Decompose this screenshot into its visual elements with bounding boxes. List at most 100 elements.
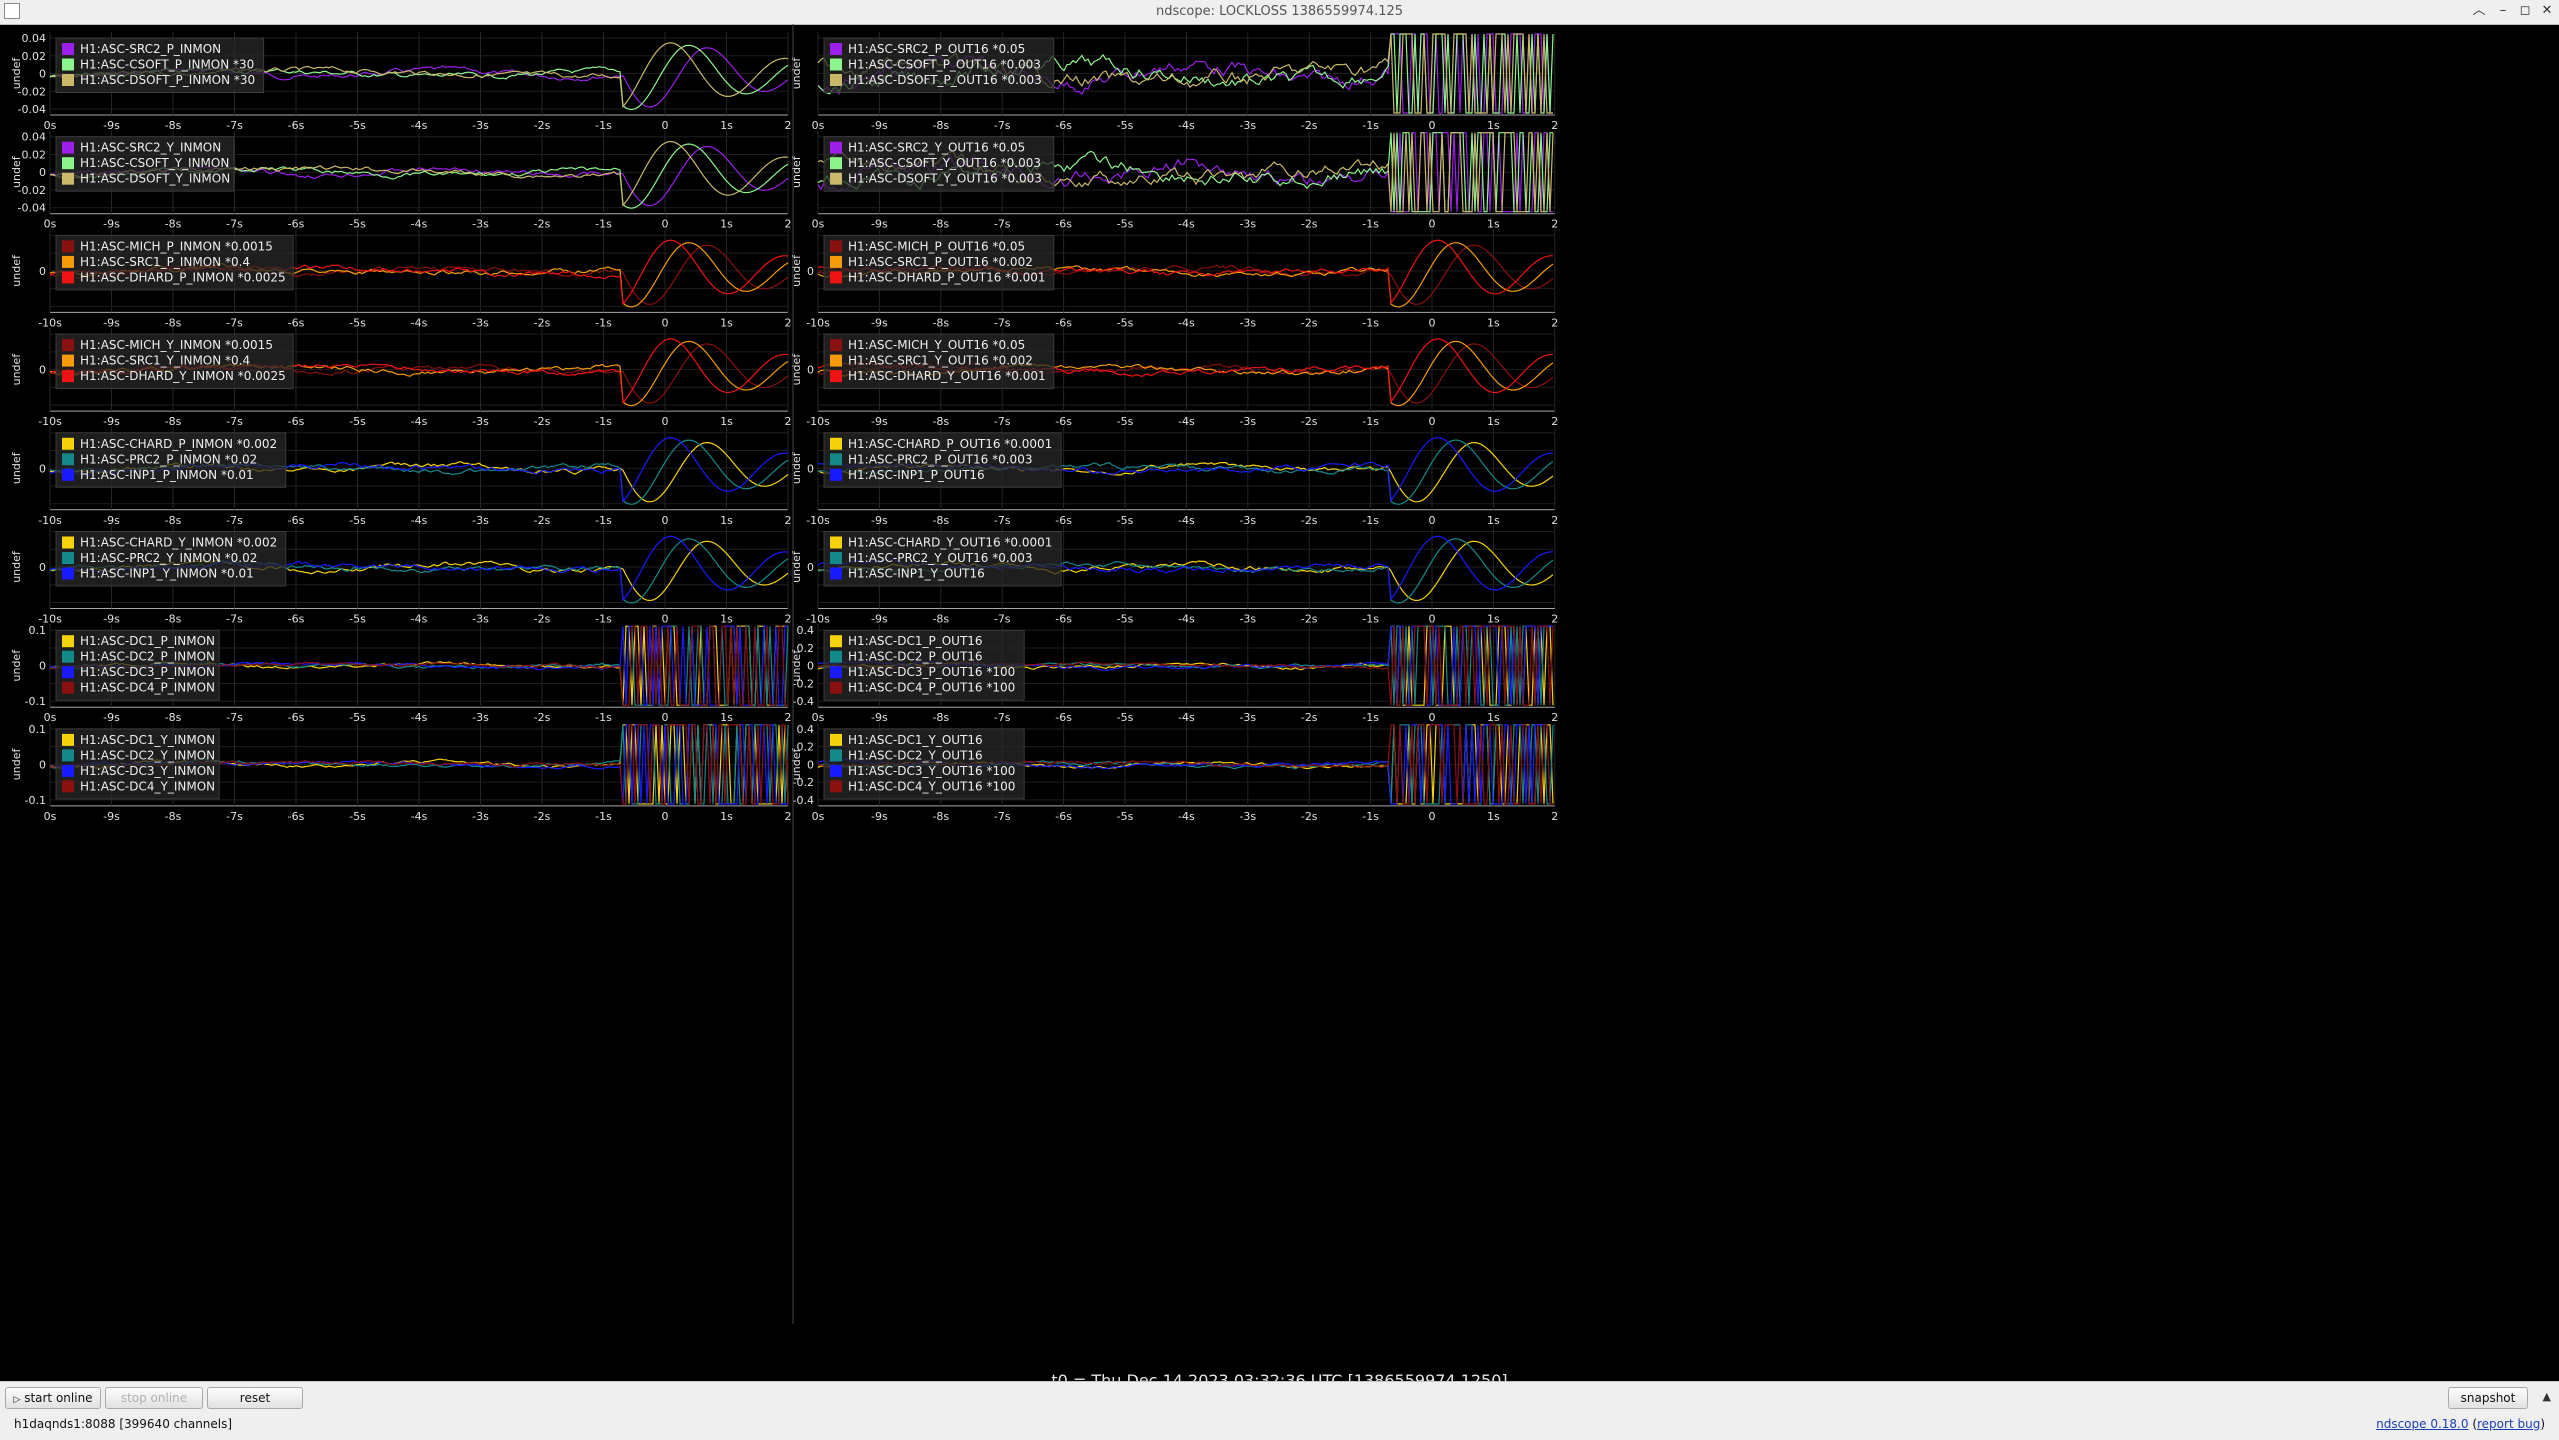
x-tick-label: -9s bbox=[871, 415, 888, 428]
x-tick-label: -9s bbox=[103, 810, 120, 823]
y-axis-label: undef bbox=[10, 451, 23, 484]
y-axis-label: undef bbox=[790, 57, 803, 90]
x-tick-label: 2 bbox=[1551, 415, 1558, 428]
x-tick-label: -3s bbox=[1239, 514, 1256, 527]
legend-swatch bbox=[62, 339, 74, 352]
legend-label: H1:ASC-MICH_P_INMON *0.0015 bbox=[80, 239, 273, 253]
x-tick-label: 0s bbox=[44, 218, 57, 231]
x-tick-label: -1s bbox=[595, 514, 612, 527]
x-tick-label: -1s bbox=[595, 711, 612, 724]
x-tick-label: -3s bbox=[472, 316, 489, 329]
x-tick-label: -8s bbox=[165, 514, 182, 527]
x-tick-label: -7s bbox=[994, 119, 1011, 132]
window-shade-icon[interactable]: ︿ bbox=[2470, 2, 2488, 20]
snapshot-button[interactable]: snapshot bbox=[2448, 1387, 2528, 1409]
x-tick-label: 0 bbox=[1429, 514, 1436, 527]
plot-panel[interactable]: undef-10s -9s -8s -7s -6s -5s -4s -3s -2s -1s 0 1s 2… bbox=[10, 426, 792, 527]
x-tick-label: -4s bbox=[1178, 514, 1195, 527]
legend-label: H1:ASC-SRC2_Y_INMON bbox=[80, 141, 221, 155]
minimize-icon[interactable]: – bbox=[2494, 2, 2512, 20]
reset-button[interactable]: reset bbox=[207, 1387, 303, 1409]
x-tick-label: -10s bbox=[806, 514, 830, 527]
x-tick-label: 2 bbox=[785, 514, 792, 527]
report-bug-link[interactable]: report bug bbox=[2477, 1417, 2540, 1431]
x-tick-label: -7s bbox=[994, 218, 1011, 231]
x-tick-label: 1s bbox=[720, 514, 733, 527]
plot-panel[interactable]: undef0s -9s -8s -7s -6s -5s -4s -3s -2s -1s 0 1s 20.… bbox=[10, 624, 792, 724]
start-online-button[interactable]: ▷ start online bbox=[5, 1387, 101, 1409]
x-tick-label: -2s bbox=[1301, 514, 1318, 527]
x-tick-label: 1s bbox=[720, 810, 733, 823]
plot-panel[interactable]: undef-10s -9s -8s -7s -6s -5s -4s -3s -2s -1s 0 1s 2… bbox=[10, 229, 792, 329]
plot-panel[interactable]: undef0s -9s -8s -7s -6s -5s -4s -3s -2s -1s 0 1s 20.… bbox=[10, 32, 792, 132]
x-tick-label: 1s bbox=[720, 415, 733, 428]
x-tick-label: -6s bbox=[1055, 711, 1072, 724]
plot-panel[interactable]: undef 0s -9s -8s -7s -6s -5s -4s -3s -2s -1s 0 1s 2 H1… bbox=[790, 32, 1558, 132]
x-tick-label: -3s bbox=[472, 514, 489, 527]
legend-swatch bbox=[62, 271, 74, 284]
plot-panel[interactable]: undef0s -9s -8s -7s -6s -5s -4s -3s -2s -1s 0 1s 20.… bbox=[790, 624, 1558, 724]
x-tick-label: 0 bbox=[1429, 810, 1436, 823]
y-tick-label: -0.1 bbox=[25, 794, 46, 807]
x-tick-label: -1s bbox=[595, 119, 612, 132]
plot-panel[interactable]: undef-10s -9s -8s -7s -6s -5s -4s -3s -2s -1s 0 1s 2… bbox=[790, 229, 1558, 329]
x-tick-label: 1s bbox=[1487, 119, 1500, 132]
plot-panel[interactable]: undef0s -9s -8s -7s -6s -5s -4s -3s -2s -1s 0 1s 20.… bbox=[10, 130, 792, 231]
x-tick-label: -6s bbox=[1055, 415, 1072, 428]
plot-panel[interactable]: undef-10s -9s -8s -7s -6s -5s -4s -3s -2s -1s 0 1s 2… bbox=[10, 328, 792, 428]
x-tick-label: 2 bbox=[1551, 810, 1558, 823]
plot-panel[interactable]: undef-10s -9s -8s -7s -6s -5s -4s -3s -2s -1s 0 1s 2… bbox=[10, 525, 792, 626]
legend-label: H1:ASC-DC4_Y_OUT16 *100 bbox=[848, 779, 1015, 793]
close-icon[interactable]: ✕ bbox=[2538, 2, 2556, 20]
legend-label: H1:ASC-MICH_Y_OUT16 *0.05 bbox=[848, 338, 1025, 352]
x-tick-label: -1s bbox=[1362, 711, 1379, 724]
x-tick-label: -6s bbox=[1055, 613, 1072, 626]
x-tick-label: -5s bbox=[1117, 415, 1134, 428]
y-tick-label: 0 bbox=[39, 265, 46, 278]
legend-swatch bbox=[62, 536, 74, 549]
plot-panel[interactable]: undef0s -9s -8s -7s -6s -5s -4s -3s -2s -1s 0 1s 20.… bbox=[790, 722, 1558, 823]
x-tick-label: 2 bbox=[1551, 711, 1558, 724]
legend-swatch bbox=[830, 172, 842, 185]
x-tick-label: -2s bbox=[1301, 316, 1318, 329]
legend-swatch bbox=[830, 764, 842, 777]
x-tick-label: 0 bbox=[662, 514, 669, 527]
legend-label: H1:ASC-DC2_Y_OUT16 bbox=[848, 748, 983, 762]
x-tick-label: -3s bbox=[472, 613, 489, 626]
x-tick-label: -2s bbox=[534, 218, 551, 231]
legend-swatch bbox=[830, 255, 842, 268]
plot-area[interactable]: undef 0s -9s -8s -7s -6s -5s -4s -3s -2s -1s 0 1s 2 0.… bbox=[0, 24, 2559, 1390]
x-tick-label: -5s bbox=[1117, 316, 1134, 329]
x-tick-label: -4s bbox=[411, 711, 428, 724]
legend-label: H1:ASC-DSOFT_Y_INMON bbox=[80, 172, 230, 186]
legend-label: H1:ASC-DC4_P_INMON bbox=[80, 681, 215, 695]
y-tick-label: -0.04 bbox=[18, 103, 46, 116]
plot-panel[interactable]: undef0s -9s -8s -7s -6s -5s -4s -3s -2s -1s 0 1s 20.… bbox=[10, 722, 792, 823]
legend-label: H1:ASC-DC3_Y_INMON bbox=[80, 764, 215, 778]
legend-swatch bbox=[62, 43, 74, 55]
y-axis-label: undef bbox=[10, 550, 23, 583]
x-tick-label: 0 bbox=[1429, 119, 1436, 132]
x-tick-label: 1s bbox=[720, 218, 733, 231]
x-tick-label: -1s bbox=[1362, 514, 1379, 527]
legend-swatch bbox=[62, 453, 74, 466]
x-tick-label: 0s bbox=[812, 119, 825, 132]
y-tick-label: 0.04 bbox=[22, 32, 47, 45]
plot-panel[interactable]: undef-10s -9s -8s -7s -6s -5s -4s -3s -2s -1s 0 1s 2… bbox=[790, 525, 1558, 626]
version-link[interactable]: ndscope 0.18.0 bbox=[2376, 1417, 2468, 1431]
bottom-toolbar: ▷ start online stop online reset snapsho… bbox=[0, 1381, 2559, 1440]
maximize-icon[interactable]: ◻ bbox=[2516, 2, 2534, 20]
plot-panel[interactable]: undef-10s -9s -8s -7s -6s -5s -4s -3s -2s -1s 0 1s 2… bbox=[790, 426, 1558, 527]
x-tick-label: -7s bbox=[226, 218, 243, 231]
x-tick-label: -2s bbox=[1301, 613, 1318, 626]
x-tick-label: -9s bbox=[871, 316, 888, 329]
x-tick-label: -7s bbox=[994, 514, 1011, 527]
y-tick-label: 0 bbox=[807, 561, 814, 574]
chevron-up-icon[interactable]: ▲ bbox=[2543, 1390, 2551, 1403]
plot-panel[interactable]: undef 0s -9s -8s -7s -6s -5s -4s -3s -2s -1s 0 1s 2 H1… bbox=[790, 130, 1558, 231]
y-tick-label: 0 bbox=[807, 364, 814, 377]
plot-grid[interactable]: undef 0s -9s -8s -7s -6s -5s -4s -3s -2s -1s 0 1s 2 0.… bbox=[0, 24, 2559, 1344]
plot-panel[interactable]: undef-10s -9s -8s -7s -6s -5s -4s -3s -2s -1s 0 1s 2… bbox=[790, 328, 1558, 428]
x-tick-label: -1s bbox=[595, 218, 612, 231]
x-tick-label: -9s bbox=[871, 119, 888, 132]
